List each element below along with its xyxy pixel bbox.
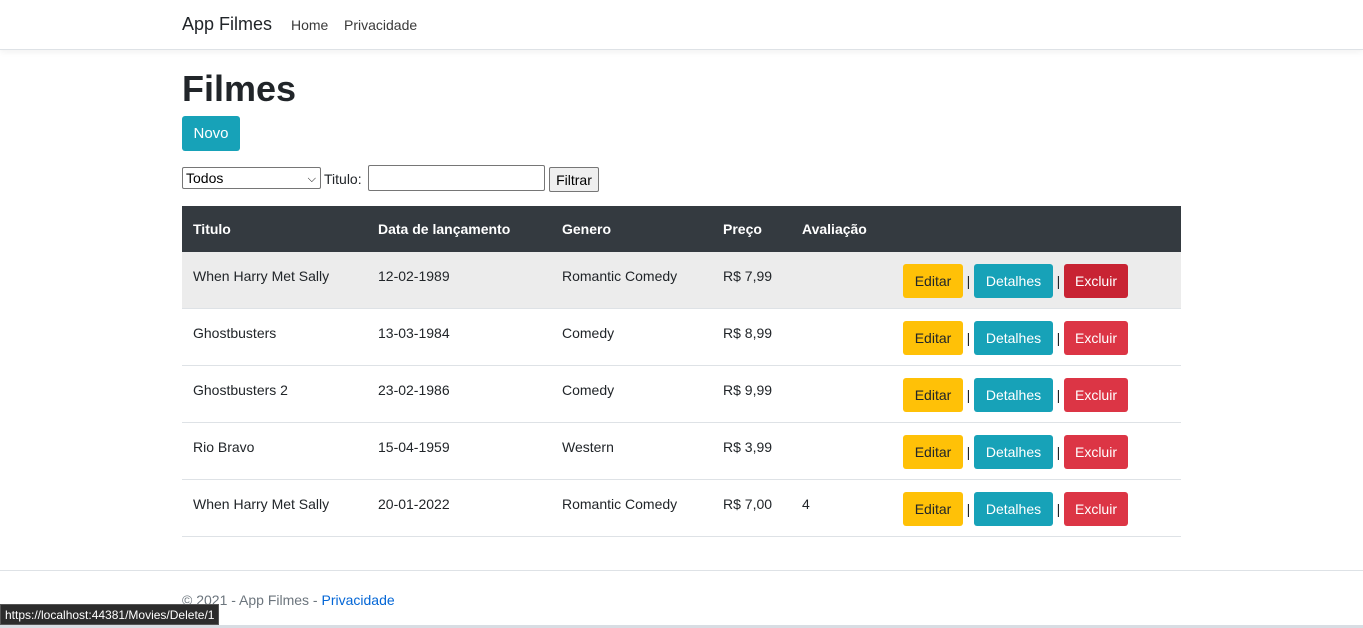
cell-titulo: Ghostbusters 2 bbox=[193, 382, 288, 398]
title-filter-label: Titulo: bbox=[324, 171, 362, 187]
table-header: Titulo Data de lançamento Genero Preço A… bbox=[182, 206, 1181, 252]
table-row: Ghostbusters 2 23-02-1986 Comedy R$ 9,99… bbox=[182, 366, 1181, 423]
separator: | bbox=[966, 501, 971, 517]
table-row: Ghostbusters 13-03-1984 Comedy R$ 8,99 E… bbox=[182, 309, 1181, 366]
genre-select[interactable]: Todos ⌵ bbox=[182, 167, 321, 189]
header-preco: Preço bbox=[723, 221, 762, 237]
navbar: App Filmes Home Privacidade bbox=[0, 0, 1363, 50]
row-actions: Editar | Detalhes | Excluir bbox=[903, 264, 1128, 298]
cell-preco: R$ 9,99 bbox=[723, 382, 773, 398]
row-actions: Editar | Detalhes | Excluir bbox=[903, 435, 1128, 469]
edit-button[interactable]: Editar bbox=[903, 378, 963, 412]
edit-button[interactable]: Editar bbox=[903, 492, 963, 526]
cell-avaliacao: 4 bbox=[802, 496, 810, 512]
details-button[interactable]: Detalhes bbox=[974, 378, 1053, 412]
edit-button[interactable]: Editar bbox=[903, 321, 963, 355]
edit-button[interactable]: Editar bbox=[903, 264, 963, 298]
genre-select-value: Todos bbox=[186, 170, 224, 186]
separator: | bbox=[1056, 330, 1061, 346]
table-row: Rio Bravo 15-04-1959 Western R$ 3,99 Edi… bbox=[182, 423, 1181, 480]
header-avaliacao: Avaliação bbox=[802, 221, 867, 237]
row-actions: Editar | Detalhes | Excluir bbox=[903, 492, 1128, 526]
table-row: When Harry Met Sally 12-02-1989 Romantic… bbox=[182, 252, 1181, 309]
nav-home-link[interactable]: Home bbox=[291, 17, 328, 33]
cell-preco: R$ 8,99 bbox=[723, 325, 773, 341]
movies-table: Titulo Data de lançamento Genero Preço A… bbox=[182, 206, 1181, 537]
new-movie-button[interactable]: Novo bbox=[182, 116, 240, 151]
delete-button[interactable]: Excluir bbox=[1064, 435, 1128, 469]
cell-genero: Comedy bbox=[562, 325, 615, 341]
header-titulo: Titulo bbox=[193, 221, 231, 237]
cell-data: 23-02-1986 bbox=[378, 382, 450, 398]
separator: | bbox=[1056, 444, 1061, 460]
separator: | bbox=[966, 273, 971, 289]
cell-titulo: When Harry Met Sally bbox=[193, 268, 330, 284]
nav-privacy-link[interactable]: Privacidade bbox=[344, 17, 417, 33]
separator: | bbox=[1056, 273, 1061, 289]
cell-preco: R$ 7,00 bbox=[723, 496, 773, 512]
details-button[interactable]: Detalhes bbox=[974, 435, 1053, 469]
cell-data: 12-02-1989 bbox=[378, 268, 450, 284]
footer-privacy-link[interactable]: Privacidade bbox=[321, 592, 394, 608]
row-actions: Editar | Detalhes | Excluir bbox=[903, 321, 1128, 355]
cell-data: 13-03-1984 bbox=[378, 325, 450, 341]
separator: | bbox=[966, 330, 971, 346]
separator: | bbox=[966, 444, 971, 460]
details-button[interactable]: Detalhes bbox=[974, 492, 1053, 526]
cell-titulo: When Harry Met Sally bbox=[193, 496, 330, 512]
delete-button[interactable]: Excluir bbox=[1064, 492, 1128, 526]
chevron-down-icon: ⌵ bbox=[307, 173, 316, 185]
filter-button[interactable]: Filtrar bbox=[549, 167, 599, 192]
table-row: When Harry Met Sally 20-01-2022 Romantic… bbox=[182, 480, 1181, 537]
separator: | bbox=[1056, 501, 1061, 517]
browser-status-url: https://localhost:44381/Movies/Delete/1 bbox=[0, 604, 220, 625]
cell-titulo: Rio Bravo bbox=[193, 439, 255, 455]
page-title: Filmes bbox=[182, 68, 297, 109]
cell-genero: Romantic Comedy bbox=[562, 496, 678, 512]
cell-data: 15-04-1959 bbox=[378, 439, 450, 455]
details-button[interactable]: Detalhes bbox=[974, 264, 1053, 298]
cell-genero: Western bbox=[562, 439, 614, 455]
row-actions: Editar | Detalhes | Excluir bbox=[903, 378, 1128, 412]
cell-preco: R$ 7,99 bbox=[723, 268, 773, 284]
delete-button[interactable]: Excluir bbox=[1064, 378, 1128, 412]
cell-preco: R$ 3,99 bbox=[723, 439, 773, 455]
cell-data: 20-01-2022 bbox=[378, 496, 450, 512]
edit-button[interactable]: Editar bbox=[903, 435, 963, 469]
cell-titulo: Ghostbusters bbox=[193, 325, 277, 341]
cell-genero: Romantic Comedy bbox=[562, 268, 678, 284]
delete-button[interactable]: Excluir bbox=[1064, 264, 1128, 298]
brand-link[interactable]: App Filmes bbox=[182, 14, 272, 35]
details-button[interactable]: Detalhes bbox=[974, 321, 1053, 355]
separator: | bbox=[966, 387, 971, 403]
delete-button[interactable]: Excluir bbox=[1064, 321, 1128, 355]
cell-genero: Comedy bbox=[562, 382, 615, 398]
title-filter-input[interactable] bbox=[368, 165, 545, 191]
header-genero: Genero bbox=[562, 221, 612, 237]
separator: | bbox=[1056, 387, 1061, 403]
header-data: Data de lançamento bbox=[378, 221, 511, 237]
